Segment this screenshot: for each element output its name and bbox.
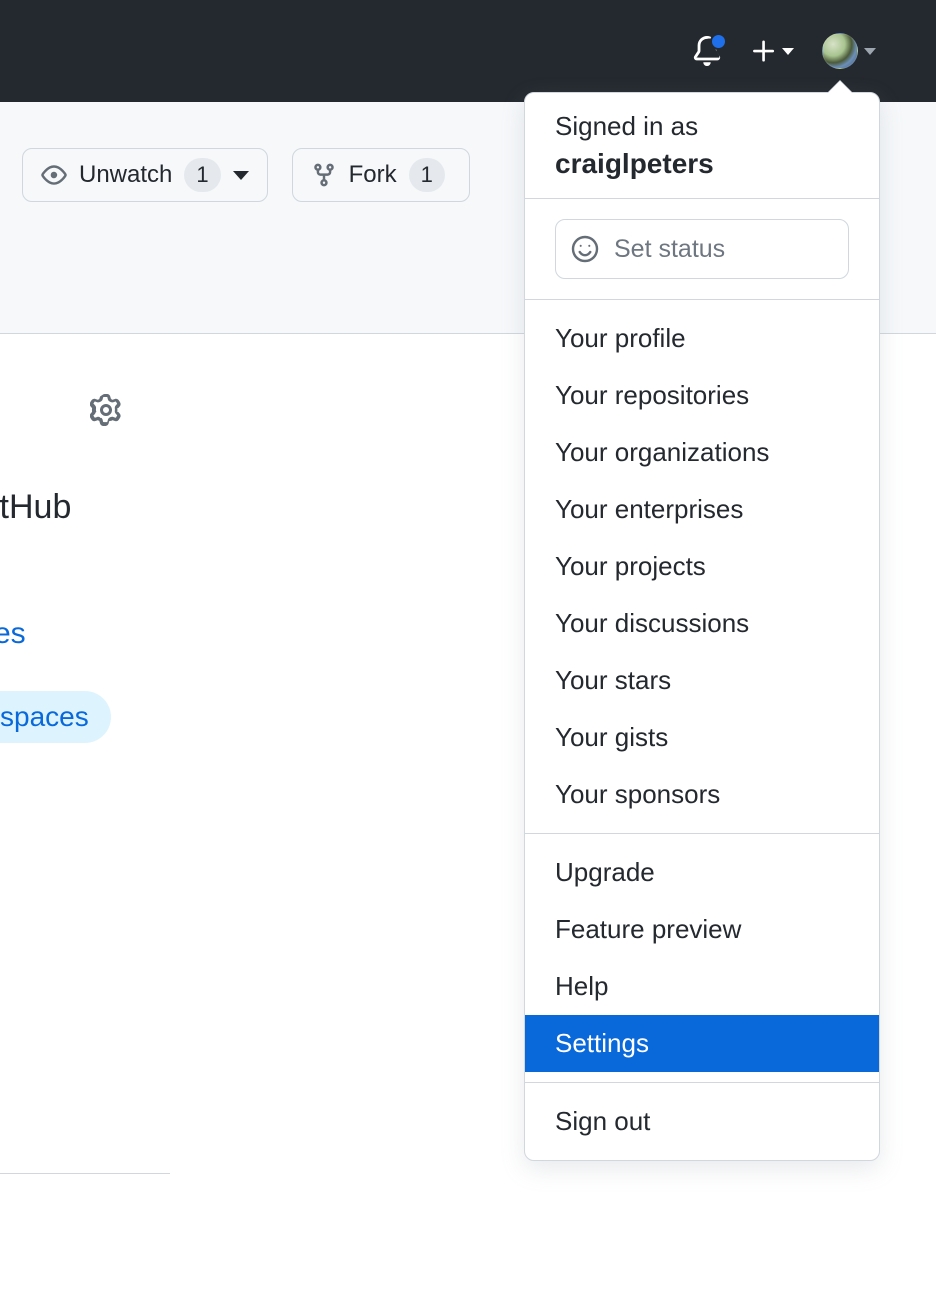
avatar xyxy=(822,33,858,69)
global-header xyxy=(0,0,936,102)
menu-item-projects[interactable]: Your projects xyxy=(525,538,879,595)
menu-item-stars[interactable]: Your stars xyxy=(525,652,879,709)
notifications-button[interactable] xyxy=(692,36,722,66)
menu-item-repositories[interactable]: Your repositories xyxy=(525,367,879,424)
menu-group: Your profileYour repositoriesYour organi… xyxy=(525,300,879,833)
caret-down-icon xyxy=(233,171,249,180)
menu-item-help[interactable]: Help xyxy=(525,958,879,1015)
menu-group: Sign out xyxy=(525,1083,879,1160)
menu-item-preview[interactable]: Feature preview xyxy=(525,901,879,958)
signed-in-header: Signed in as craiglpeters xyxy=(525,93,879,198)
smiley-icon xyxy=(570,234,600,264)
menu-item-upgrade[interactable]: Upgrade xyxy=(525,844,879,901)
set-status-button[interactable]: Set status xyxy=(555,219,849,279)
fork-button[interactable]: Fork 1 xyxy=(292,148,470,202)
create-new-button[interactable] xyxy=(750,37,794,65)
menu-item-gists[interactable]: Your gists xyxy=(525,709,879,766)
fork-count: 1 xyxy=(409,158,445,192)
unwatch-label: Unwatch xyxy=(79,161,172,189)
gear-icon[interactable] xyxy=(90,394,122,426)
eye-icon xyxy=(41,162,67,188)
user-menu-button[interactable] xyxy=(822,33,876,69)
unwatch-count: 1 xyxy=(184,158,220,192)
menu-item-settings[interactable]: Settings xyxy=(525,1015,879,1072)
divider xyxy=(0,1173,170,1174)
menu-item-enterprises[interactable]: Your enterprises xyxy=(525,481,879,538)
user-dropdown-menu: Signed in as craiglpeters Set status You… xyxy=(524,92,880,1161)
fork-label: Fork xyxy=(349,161,397,189)
notification-indicator xyxy=(710,33,727,50)
menu-item-sponsors[interactable]: Your sponsors xyxy=(525,766,879,823)
menu-group: UpgradeFeature previewHelpSettings xyxy=(525,834,879,1082)
menu-item-signout[interactable]: Sign out xyxy=(525,1093,879,1150)
menu-item-profile[interactable]: Your profile xyxy=(525,310,879,367)
set-status-placeholder: Set status xyxy=(614,235,725,264)
unwatch-button[interactable]: Unwatch 1 xyxy=(22,148,268,202)
signed-in-label: Signed in as xyxy=(555,111,849,142)
fork-icon xyxy=(311,162,337,188)
signed-in-username: craiglpeters xyxy=(555,148,849,180)
caret-down-icon xyxy=(864,48,876,55)
menu-item-organizations[interactable]: Your organizations xyxy=(525,424,879,481)
codespaces-pill-fragment[interactable]: spaces xyxy=(0,691,111,743)
caret-down-icon xyxy=(782,48,794,55)
plus-icon xyxy=(750,37,778,65)
menu-item-discussions[interactable]: Your discussions xyxy=(525,595,879,652)
